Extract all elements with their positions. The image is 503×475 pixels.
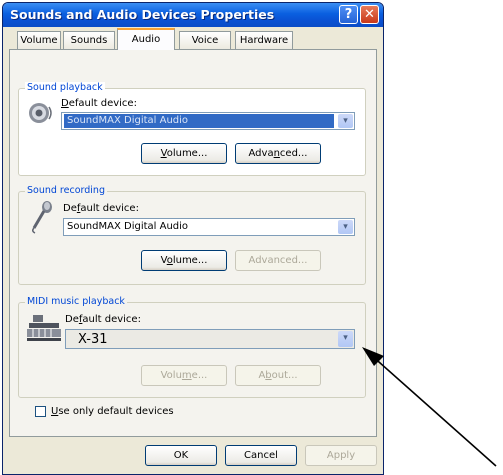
- tab-audio[interactable]: Audio: [117, 28, 175, 50]
- annotation-arrow: [362, 347, 497, 467]
